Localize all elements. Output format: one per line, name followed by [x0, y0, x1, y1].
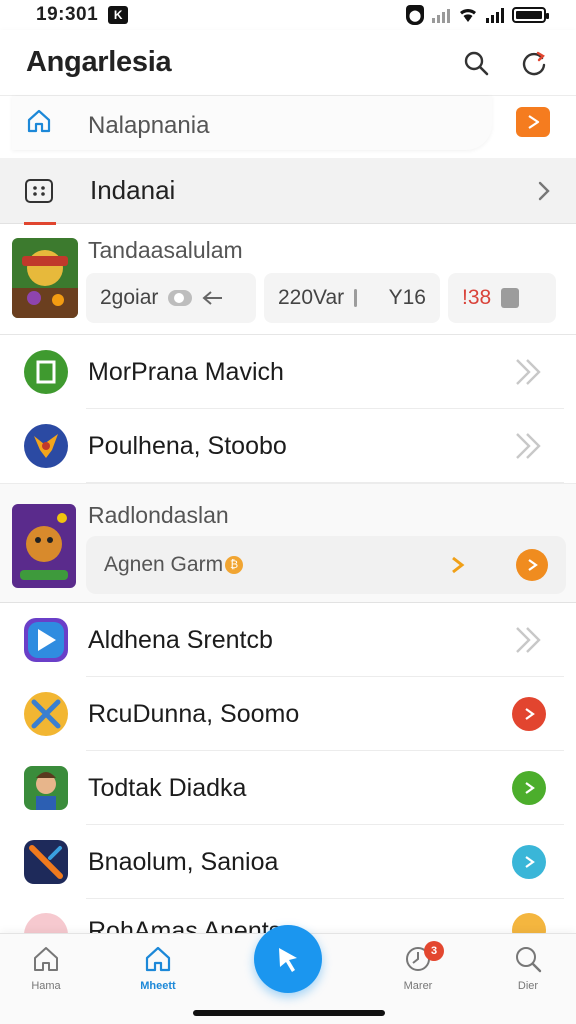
status-bar: 19:301 K ⬤ — [0, 0, 576, 30]
chevron-right-icon — [538, 181, 550, 200]
nav-home-label: Nalapnania — [88, 112, 210, 139]
list-item[interactable]: RcuDunna, Soomo — [0, 677, 576, 751]
game-thumbnail-2 — [12, 504, 76, 588]
play-icon — [528, 559, 538, 571]
refresh-icon — [522, 51, 546, 75]
search-icon — [516, 947, 542, 973]
search-icon — [464, 51, 489, 75]
tab-home[interactable]: Hama — [6, 944, 86, 992]
list-item-label: MorPrana Mavich — [88, 357, 284, 386]
crossed-swords-app-icon — [24, 692, 68, 736]
game-thumbnail — [12, 238, 78, 318]
nav-row-category[interactable]: Indanai — [0, 158, 576, 225]
play-icon — [525, 856, 535, 868]
wifi-icon — [460, 8, 476, 22]
pink-app-icon — [24, 913, 68, 933]
green-square-app-icon — [24, 350, 68, 394]
featured-title-2: Radlondaslan — [88, 502, 229, 528]
tab-activity-label: Marer — [403, 980, 433, 992]
double-chevron-icon — [516, 627, 541, 653]
chip-stat-2-label: 220Var — [278, 286, 345, 309]
share-arrow-icon — [202, 291, 223, 305]
forward-button[interactable] — [512, 623, 546, 657]
chip-stat-3-label: Y16 — [388, 286, 426, 309]
chip-stat-4-label: !38 — [462, 286, 492, 309]
home-indicator — [193, 1010, 385, 1016]
shield-icon: ⬤ — [406, 5, 424, 25]
play-button[interactable] — [512, 697, 546, 731]
list-item-label: Todtak Diadka — [88, 773, 247, 802]
tab-search-label: Dier — [517, 980, 539, 992]
tab-main-label: Mheett — [140, 980, 176, 992]
sword-app-icon — [24, 840, 68, 884]
chevron-right-orange-icon — [452, 556, 465, 574]
double-chevron-icon — [516, 359, 541, 385]
list-item[interactable]: Todtak Diadka — [0, 751, 576, 825]
home-active-icon — [145, 946, 171, 972]
mini-box-icon-2 — [501, 288, 520, 308]
play-icon — [528, 115, 540, 129]
notification-badge-icon: K — [108, 6, 129, 24]
chip-stat-4[interactable]: !38 — [448, 273, 556, 323]
tab-main[interactable]: Mheett — [118, 944, 198, 992]
cell-signal-icon — [432, 7, 450, 23]
play-shortcut-button[interactable] — [516, 107, 550, 137]
home-icon — [34, 947, 58, 971]
play-button[interactable] — [512, 913, 546, 933]
forward-button[interactable] — [512, 355, 546, 389]
coin-icon: ₿ — [225, 556, 244, 574]
tab-activity[interactable]: Marer — [378, 944, 458, 992]
nav-row-home[interactable]: Nalapnania — [0, 96, 576, 156]
featured-title: Tandaasalulam — [88, 237, 243, 263]
floating-action-button[interactable] — [254, 925, 322, 993]
notification-count-badge: 3 — [424, 941, 444, 961]
chip-stat-2[interactable]: 220Var Y16 — [264, 273, 440, 323]
list-item-label: Aldhena Srentcb — [88, 625, 273, 654]
battery-icon — [512, 7, 549, 23]
status-time: 19:301 — [36, 4, 99, 25]
app-header: Angarlesia — [0, 30, 576, 96]
cursor-icon — [279, 948, 297, 972]
play-icon — [525, 782, 535, 794]
app-list: Tandaasalulam 2goiar 220Var Y16 !38 MorP… — [0, 225, 576, 899]
list-item-label: RcuDunna, Soomo — [88, 699, 300, 728]
featured-card-2[interactable]: Radlondaslan Agnen Garm ₿ — [0, 483, 576, 603]
list-item[interactable]: MorPrana Mavich — [0, 335, 576, 409]
refresh-button[interactable] — [518, 47, 550, 79]
page-title: Angarlesia — [26, 46, 172, 78]
list-item[interactable]: Bnaolum, Sanioa — [0, 825, 576, 899]
mini-box-icon — [354, 289, 357, 307]
grid-icon — [25, 178, 53, 203]
tab-home-label: Hama — [31, 980, 61, 992]
play-icon — [525, 708, 535, 720]
featured-action-bar[interactable]: Agnen Garm ₿ — [86, 536, 566, 594]
list-item-label: RohAmas Anents — [88, 917, 282, 933]
play-button[interactable] — [512, 845, 546, 879]
cell-signal-icon-2 — [486, 7, 504, 23]
featured-bar-text: Agnen Garm — [104, 553, 224, 576]
list-item-label: Bnaolum, Sanioa — [88, 847, 279, 876]
hero-app-icon — [24, 766, 68, 810]
play-button[interactable] — [516, 549, 548, 581]
featured-card[interactable]: Tandaasalulam 2goiar 220Var Y16 !38 — [0, 225, 576, 335]
list-item[interactable]: Poulhena, Stoobo — [0, 409, 576, 483]
chip-stat-1[interactable]: 2goiar — [86, 273, 256, 323]
list-item-label: Poulhena, Stoobo — [88, 431, 287, 460]
toggle-icon — [168, 290, 193, 306]
search-button[interactable] — [460, 47, 492, 79]
home-icon — [27, 109, 51, 133]
list-item[interactable]: Aldhena Srentcb — [0, 603, 576, 677]
forward-button[interactable] — [512, 429, 546, 463]
double-chevron-icon — [516, 433, 541, 459]
nav-category-label: Indanai — [90, 175, 176, 205]
chip-stat-1-label: 2goiar — [100, 286, 159, 309]
fox-app-icon — [24, 424, 68, 468]
play-button[interactable] — [512, 771, 546, 805]
play-store-app-icon — [24, 618, 68, 662]
tab-search[interactable]: Dier — [488, 944, 568, 992]
